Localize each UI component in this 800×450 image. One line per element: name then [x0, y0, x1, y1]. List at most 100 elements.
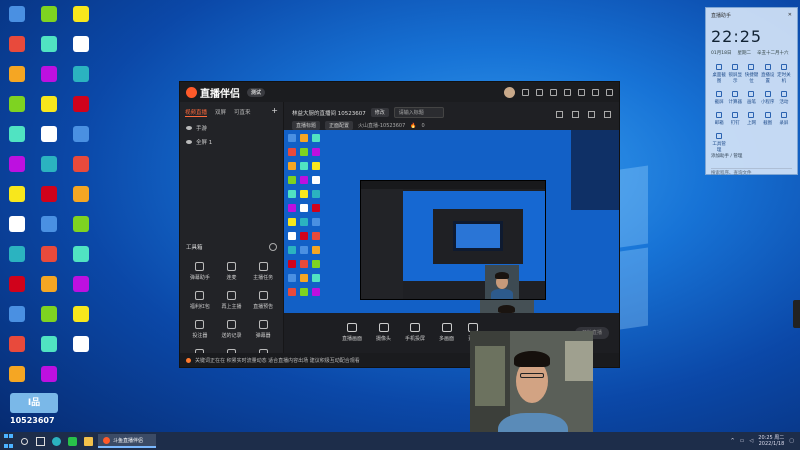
message-icon[interactable] — [522, 88, 529, 96]
desktop-shortcut-icon[interactable] — [2, 246, 32, 264]
desktop-shortcut-icon[interactable] — [66, 306, 96, 324]
quick-action[interactable]: 上网 — [743, 112, 759, 126]
desktop-shortcut-icon[interactable] — [34, 66, 64, 84]
settings-icon[interactable] — [536, 88, 543, 96]
quick-action[interactable]: 计算器 — [727, 91, 743, 105]
tool-button[interactable]: 弹幕器 — [247, 320, 279, 339]
search-icon[interactable] — [16, 432, 32, 450]
desktop-shortcut-icon[interactable] — [34, 96, 64, 114]
desktop-shortcut-icon[interactable] — [66, 186, 96, 204]
display-icon[interactable] — [588, 111, 595, 118]
taskbar-clock[interactable]: 20:25 周二 2022/1/18 — [758, 435, 784, 447]
add-scene-button[interactable]: + — [271, 107, 278, 117]
edit-button[interactable]: 修改 — [370, 108, 389, 117]
menu-icon[interactable] — [564, 88, 571, 96]
quick-action[interactable]: 邮箱 — [711, 112, 727, 126]
desktop-shortcut-icon[interactable] — [2, 276, 32, 294]
quick-action[interactable]: 锁屏显示 — [727, 64, 743, 84]
desktop-shortcut-icon[interactable] — [34, 276, 64, 294]
desktop-shortcut-icon[interactable] — [34, 246, 64, 264]
quick-action[interactable]: 活动 — [776, 91, 792, 105]
scene-item[interactable]: 全屏 1 — [180, 135, 283, 149]
edge-browser-icon[interactable] — [48, 432, 64, 450]
desktop-shortcut-icon[interactable] — [66, 276, 96, 294]
volume-icon[interactable]: ◁ — [749, 438, 753, 444]
desktop-shortcut-icon[interactable] — [2, 66, 32, 84]
title-input[interactable]: 请输入标题 — [393, 107, 444, 118]
desktop-shortcut-icon[interactable] — [2, 126, 32, 144]
tab-dual-screen[interactable]: 双屏 — [215, 108, 226, 117]
quick-action[interactable]: 快捷键位 — [743, 64, 759, 84]
desktop-shortcut-icon[interactable] — [2, 366, 32, 384]
start-button[interactable] — [0, 432, 16, 450]
tab-video-live[interactable]: 视频直播 — [185, 108, 208, 117]
desktop-shortcut-icon[interactable] — [66, 96, 96, 114]
quick-action[interactable]: 定时关机 — [776, 64, 792, 84]
panel-search-input[interactable]: 搜索程序、查询文件 — [711, 168, 792, 176]
scene-item[interactable]: 手游 — [180, 121, 283, 135]
desktop-shortcut-icon[interactable] — [66, 126, 96, 144]
tool-button[interactable]: 再上主播 — [216, 291, 248, 310]
panel-manage-link[interactable]: 添加助手 / 管理 — [711, 153, 742, 159]
lock-icon[interactable] — [556, 111, 563, 118]
user-avatar[interactable] — [504, 86, 515, 98]
tool-button[interactable]: 直播预告 — [247, 291, 279, 310]
desktop-shortcut-icon[interactable] — [34, 126, 64, 144]
desktop-shortcut-icon[interactable] — [34, 306, 64, 324]
desktop-shortcut-icon[interactable] — [34, 186, 64, 204]
tool-button[interactable]: 送的记录 — [216, 320, 248, 339]
tool-button[interactable]: 主播任务 — [247, 262, 279, 281]
quick-action[interactable]: 桌面截图 — [711, 64, 727, 84]
desktop-shortcut-icon[interactable] — [66, 216, 96, 234]
close-icon[interactable] — [606, 88, 613, 96]
desktop-shortcut-icon[interactable] — [2, 306, 32, 324]
desktop-shortcut-icon[interactable] — [34, 36, 64, 54]
desktop-shortcut-icon[interactable] — [2, 186, 32, 204]
tool-button[interactable]: 弹幕助手 — [184, 262, 216, 281]
quick-action[interactable]: 小程序 — [760, 91, 776, 105]
desktop-shortcut-icon[interactable] — [66, 336, 96, 354]
folder-icon[interactable] — [80, 432, 96, 450]
quick-action[interactable]: 画笔 — [743, 91, 759, 105]
tab-other[interactable]: 可直来 — [234, 108, 251, 117]
desktop-shortcut-icon[interactable] — [2, 216, 32, 234]
desktop-shortcut-icon[interactable] — [34, 6, 64, 24]
desktop-shortcut-icon[interactable] — [34, 216, 64, 234]
desktop-shortcut-icon[interactable] — [2, 36, 32, 54]
source-button[interactable]: 直播画面 — [342, 323, 362, 342]
help-icon[interactable] — [269, 243, 277, 251]
desktop-shortcut-icon[interactable] — [2, 96, 32, 114]
quick-action[interactable]: 截图 — [760, 112, 776, 126]
quick-action[interactable]: 钉钉 — [727, 112, 743, 126]
eye-icon[interactable] — [186, 140, 192, 144]
desktop-shortcut-icon[interactable] — [2, 336, 32, 354]
eye-icon[interactable] — [186, 126, 192, 130]
source-button[interactable]: 手机投屏 — [405, 323, 425, 342]
minimize-icon[interactable] — [578, 88, 585, 96]
close-icon[interactable]: ✕ — [788, 12, 792, 19]
tool-button[interactable]: 连麦 — [216, 262, 248, 281]
desktop-shortcut-icon[interactable] — [66, 36, 96, 54]
wechat-icon[interactable] — [64, 432, 80, 450]
desktop-shortcut-icon[interactable] — [34, 336, 64, 354]
tray-arrow-icon[interactable]: ^ — [730, 438, 734, 444]
room-tag[interactable]: 正面配置 — [325, 121, 354, 130]
network-icon[interactable]: ▭ — [740, 438, 745, 444]
stream-preview[interactable] — [284, 130, 619, 335]
quick-action[interactable]: 截屏 — [711, 91, 727, 105]
notification-icon[interactable]: ▢ — [789, 438, 794, 444]
filter-icon[interactable] — [550, 88, 557, 96]
source-button[interactable]: 多画面 — [439, 323, 454, 342]
desktop-shortcut-icon[interactable] — [2, 6, 32, 24]
desktop-shortcut-icon[interactable] — [66, 66, 96, 84]
room-tag[interactable]: 直播标题 — [292, 121, 321, 130]
maximize-icon[interactable] — [592, 88, 599, 96]
taskbar-active-app[interactable]: 斗鱼直播伴侣 — [98, 434, 156, 448]
source-button[interactable]: 摄像头 — [376, 323, 391, 342]
lock-icon[interactable] — [572, 111, 579, 118]
desktop-shortcut-icon[interactable] — [66, 6, 96, 24]
quick-action[interactable]: 录屏 — [776, 112, 792, 126]
tool-button[interactable]: 福利红包 — [184, 291, 216, 310]
desktop-shortcut-icon[interactable] — [34, 156, 64, 174]
quick-action[interactable]: 工具管理 — [711, 133, 727, 153]
